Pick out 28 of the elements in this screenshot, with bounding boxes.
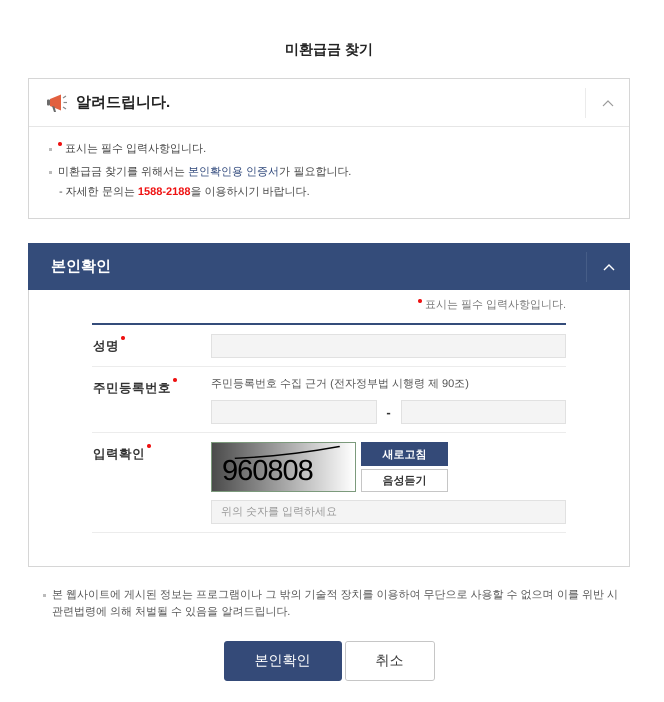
captcha-button[interactable]: 음성듣기 xyxy=(361,469,448,492)
field-label: 성명 xyxy=(93,338,119,355)
resident-number-front-field[interactable] xyxy=(211,400,376,424)
separator-dash: - xyxy=(385,404,392,420)
legal-notice: 본 웹사이트에 게시된 정보는 프로그램이나 그 밖의 기술적 장치를 이용하여 무단으로 사용할 수 없으며 이를 위반 시 관련법령에 의해 처벌될 수 있음을 알려드립니다. xyxy=(52,588,619,620)
chevron-up-icon xyxy=(602,98,614,106)
collection-basis-note: 주민등록번호 수집 근거 (전자정부법 시행령 제 90조) xyxy=(211,377,470,392)
chevron-up-icon xyxy=(602,262,614,270)
required-dot-icon xyxy=(418,299,422,303)
notice-text: 미환급금 찾기를 위해서는 본인확인용 인증서가 필요합니다. xyxy=(58,165,352,180)
page-title: 미환급금 찾기 xyxy=(284,40,374,58)
captcha-input-field[interactable]: 위의 숫자를 입력하세요 xyxy=(211,500,566,524)
captcha-code: 960808 xyxy=(222,455,313,487)
resident-number-back-field[interactable] xyxy=(400,400,566,424)
bullet-icon xyxy=(43,594,46,597)
notice-text: 표시는 필수 입력사항입니다. xyxy=(65,142,206,157)
field-label: 입력확인 xyxy=(93,446,145,463)
action-button[interactable]: 본인확인 xyxy=(224,641,342,681)
required-note: 표시는 필수 입력사항입니다. xyxy=(424,298,566,313)
identity-title: 본인확인 xyxy=(51,256,111,276)
notice-title: 알려드립니다. xyxy=(76,92,170,112)
bullet-icon xyxy=(49,148,52,151)
action-button[interactable]: 취소 xyxy=(344,641,434,681)
captcha-button[interactable]: 새로고침 xyxy=(361,442,448,466)
notice-text: - 자세한 문의는 1588-2188을 이용하시기 바랍니다. xyxy=(59,185,310,200)
field-label: 주민등록번호 xyxy=(93,380,171,397)
name-input-field[interactable] xyxy=(211,334,566,358)
bullet-icon xyxy=(49,171,52,174)
